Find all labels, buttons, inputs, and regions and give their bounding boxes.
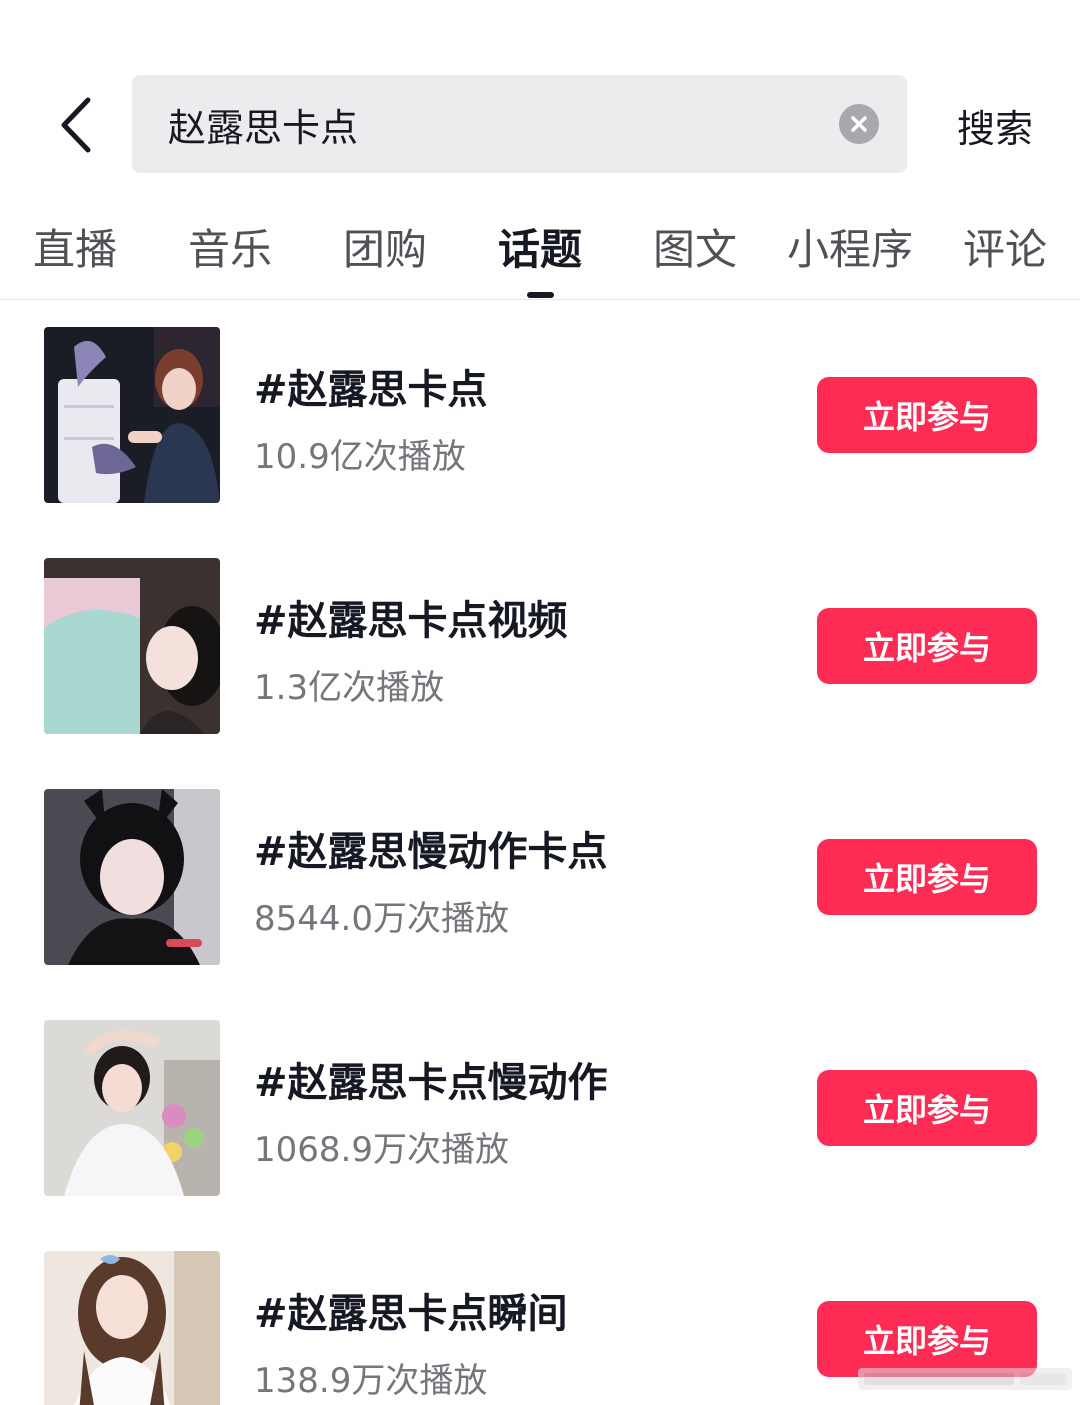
topic-row[interactable]: #赵露思慢动作卡点 8544.0万次播放 立即参与 [0, 789, 1080, 965]
tab-group-buy[interactable]: 团购 [343, 218, 427, 274]
clear-search-button[interactable] [839, 104, 879, 144]
active-tab-indicator [527, 292, 554, 298]
close-icon [851, 116, 867, 132]
join-topic-button[interactable]: 立即参与 [817, 1070, 1037, 1146]
join-topic-button[interactable]: 立即参与 [817, 377, 1037, 453]
topic-play-count: 1.3亿次播放 [254, 668, 445, 708]
back-button[interactable] [46, 90, 106, 160]
join-topic-button[interactable]: 立即参与 [817, 608, 1037, 684]
topic-row[interactable]: #赵露思卡点视频 1.3亿次播放 立即参与 [0, 558, 1080, 734]
topic-play-count: 1068.9万次播放 [254, 1130, 509, 1170]
topic-title: #赵露思卡点瞬间 [254, 1291, 568, 1337]
tab-image-text[interactable]: 图文 [653, 218, 737, 274]
tab-live[interactable]: 直播 [33, 218, 117, 274]
topic-row[interactable]: #赵露思卡点慢动作 1068.9万次播放 立即参与 [0, 1020, 1080, 1196]
topic-thumbnail [44, 327, 220, 503]
topic-thumbnail [44, 1251, 220, 1405]
tab-music[interactable]: 音乐 [188, 218, 272, 274]
topic-play-count: 8544.0万次播放 [254, 899, 509, 939]
topic-thumbnail [44, 789, 220, 965]
topic-thumbnail [44, 1020, 220, 1196]
search-box [132, 75, 907, 173]
topic-title: #赵露思慢动作卡点 [254, 829, 608, 875]
result-type-tabs: 直播 音乐 团购 话题 图文 小程序 评论 [0, 200, 1080, 300]
topic-row[interactable]: #赵露思卡点 10.9亿次播放 立即参与 [0, 327, 1080, 503]
watermark-graphic [858, 1368, 1072, 1390]
chevron-left-icon [61, 97, 91, 153]
search-button[interactable]: 搜索 [940, 90, 1050, 160]
join-topic-button[interactable]: 立即参与 [817, 839, 1037, 915]
search-results-page: 搜索 直播 音乐 团购 话题 图文 小程序 评论 [0, 0, 1080, 1405]
topic-title: #赵露思卡点视频 [254, 598, 568, 644]
topic-thumbnail [44, 558, 220, 734]
topic-play-count: 138.9万次播放 [254, 1361, 488, 1401]
tab-topics[interactable]: 话题 [498, 218, 582, 274]
topic-title: #赵露思卡点慢动作 [254, 1060, 608, 1106]
tab-mini-programs[interactable]: 小程序 [787, 218, 913, 274]
topic-play-count: 10.9亿次播放 [254, 437, 466, 477]
topic-title: #赵露思卡点 [254, 367, 488, 413]
search-input[interactable] [168, 75, 808, 173]
tab-comments[interactable]: 评论 [963, 218, 1047, 274]
